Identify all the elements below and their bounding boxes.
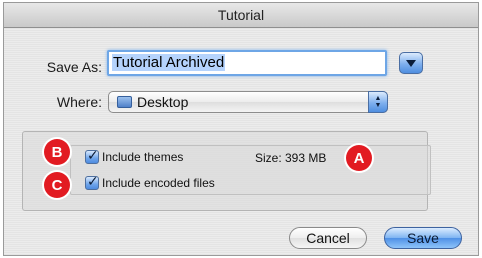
include-encoded-row[interactable]: ✓ Include encoded files xyxy=(85,173,215,190)
save-button[interactable]: Save xyxy=(384,227,462,249)
include-encoded-label: Include encoded files xyxy=(102,176,215,190)
callout-badge-c: C xyxy=(44,172,70,198)
save-as-value: Tutorial Archived xyxy=(112,54,226,71)
where-popup[interactable]: Desktop ▲ ▼ xyxy=(108,91,388,113)
cancel-button[interactable]: Cancel xyxy=(289,227,367,249)
include-themes-row[interactable]: ✓ Include themes xyxy=(85,147,184,164)
checkmark-icon: ✓ xyxy=(87,147,99,163)
size-readout: Size: 393 MB xyxy=(255,151,327,165)
chevron-down-icon xyxy=(406,59,416,67)
include-themes-checkbox[interactable]: ✓ xyxy=(85,147,99,164)
save-dialog-window: Tutorial xyxy=(3,2,479,256)
callout-badge-a: A xyxy=(346,145,372,171)
where-value: Desktop xyxy=(137,94,189,110)
window-title: Tutorial xyxy=(4,3,478,28)
where-label: Where: xyxy=(56,94,102,110)
callout-badge-b: B xyxy=(44,139,70,165)
checkmark-icon: ✓ xyxy=(87,173,99,189)
save-as-input[interactable]: Tutorial Archived xyxy=(107,50,387,76)
save-as-label: Save As: xyxy=(46,59,102,75)
popup-arrows-icon: ▲ ▼ xyxy=(368,91,388,113)
desktop-folder-icon xyxy=(117,96,132,108)
include-encoded-checkbox[interactable]: ✓ xyxy=(85,173,99,190)
expand-disclosure-button[interactable] xyxy=(399,52,423,74)
include-themes-label: Include themes xyxy=(102,150,184,164)
